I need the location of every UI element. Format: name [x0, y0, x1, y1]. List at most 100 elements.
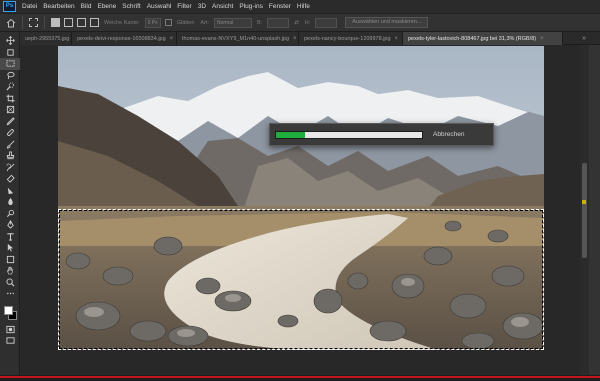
panels-collapsed-strip[interactable]	[589, 45, 600, 375]
tab-label: pexels-nancy-bourque-1209978.jpg	[304, 35, 391, 42]
add-to-selection-icon[interactable]	[64, 18, 73, 27]
color-swatches[interactable]	[0, 304, 20, 324]
tool-stamp[interactable]	[0, 150, 20, 162]
tools-panel	[0, 32, 20, 381]
smooth-label: Glätten	[176, 19, 195, 26]
tab-document-1[interactable]: ueph-2955375.jpg ×	[20, 32, 72, 45]
subtract-from-selection-icon[interactable]	[77, 18, 86, 27]
progress-fill	[276, 131, 306, 138]
photoshop-logo: Ps	[3, 1, 16, 12]
tab-document-2[interactable]: pexels-deivi-response-16508834.jpg ×	[72, 32, 177, 45]
tool-artboard[interactable]	[0, 47, 20, 59]
progress-dialog: Abbrechen	[269, 123, 494, 146]
timeline-bar	[0, 376, 600, 378]
new-selection-icon[interactable]	[51, 18, 60, 27]
smooth-checkbox[interactable]	[164, 19, 172, 26]
height-input[interactable]	[315, 17, 338, 28]
menu-image[interactable]: Bild	[78, 3, 95, 10]
tool-history-brush[interactable]	[0, 162, 20, 174]
tab-label: pexels-deivi-response-16508834.jpg	[77, 35, 166, 42]
tool-shape[interactable]	[0, 254, 20, 266]
menu-select[interactable]: Auswahl	[144, 3, 175, 10]
close-icon[interactable]: ×	[170, 36, 174, 42]
tool-brush[interactable]	[0, 139, 20, 151]
tab-document-3[interactable]: thomas-evans-NVXY9_M1n40-unsplash.jpg ×	[177, 32, 299, 45]
menu-type[interactable]: Schrift	[119, 3, 143, 10]
close-icon[interactable]: ×	[395, 36, 399, 42]
cancel-button[interactable]: Abbrechen	[433, 131, 464, 138]
eyedropper-icon	[6, 117, 15, 126]
screen-mode-icon	[5, 337, 15, 344]
tab-document-4[interactable]: pexels-nancy-bourque-1209978.jpg ×	[299, 32, 403, 45]
close-icon[interactable]: ×	[293, 36, 297, 42]
tool-move[interactable]	[0, 35, 20, 47]
menu-file[interactable]: Datei	[19, 3, 40, 10]
tab-document-active[interactable]: pexels-tyler-lastovich-808467.jpg bei 31…	[403, 32, 563, 45]
tool-more[interactable]	[0, 288, 20, 300]
options-bar: Weiche Kante: 0 Px Glätten Art: Normal B…	[0, 13, 600, 32]
menu-edit[interactable]: Bearbeiten	[40, 3, 77, 10]
tool-type[interactable]	[0, 231, 20, 243]
width-label: B:	[256, 19, 263, 26]
progress-bar	[275, 130, 423, 139]
tool-frame[interactable]	[0, 104, 20, 116]
quick-select-icon	[5, 82, 14, 91]
menu-plugins[interactable]: Plug-ins	[236, 3, 265, 10]
menu-help[interactable]: Hilfe	[294, 3, 313, 10]
document-tabs: ueph-2955375.jpg × pexels-deivi-response…	[20, 32, 600, 45]
menu-window[interactable]: Fenster	[266, 3, 294, 10]
tool-hand[interactable]	[0, 265, 20, 277]
tool-gradient[interactable]	[0, 185, 20, 197]
home-button[interactable]	[4, 16, 18, 30]
tabs-overflow-icon[interactable]: »	[563, 32, 600, 44]
tool-path-select[interactable]	[0, 242, 20, 254]
scrollbar-thumb[interactable]	[582, 163, 587, 258]
soft-edge-input[interactable]: 0 Px	[144, 17, 161, 28]
marquee-tool-preset-icon[interactable]	[29, 18, 38, 27]
tool-quick-select[interactable]	[0, 81, 20, 93]
tool-marquee[interactable]	[0, 58, 20, 70]
stamp-icon	[6, 151, 14, 160]
document-image[interactable]	[58, 46, 544, 350]
tool-eraser[interactable]	[0, 173, 20, 185]
tool-crop[interactable]	[0, 93, 20, 105]
hand-icon	[6, 266, 13, 275]
select-and-mask-button[interactable]: Auswählen und maskieren...	[345, 17, 429, 28]
style-select[interactable]: Normal	[213, 17, 252, 28]
width-input[interactable]	[267, 17, 290, 28]
divider	[22, 16, 23, 29]
artboard-icon	[6, 49, 14, 56]
intersect-selection-icon[interactable]	[90, 18, 99, 27]
tool-blur[interactable]	[0, 196, 20, 208]
gradient-icon	[7, 187, 13, 194]
vertical-scrollbar[interactable]	[580, 45, 589, 375]
tab-label: pexels-tyler-lastovich-808467.jpg bei 31…	[408, 35, 537, 42]
menu-layer[interactable]: Ebene	[94, 3, 119, 10]
tool-healing[interactable]	[0, 127, 20, 139]
move-icon	[5, 36, 15, 46]
marquee-icon	[5, 60, 15, 67]
type-icon	[6, 233, 14, 241]
tool-zoom[interactable]	[0, 277, 20, 289]
menu-3d[interactable]: 3D	[195, 3, 209, 10]
foreground-color-swatch[interactable]	[4, 305, 13, 315]
tool-lasso[interactable]	[0, 70, 20, 82]
close-icon[interactable]: ×	[540, 36, 544, 42]
tool-pen[interactable]	[0, 219, 20, 231]
selection-marquee[interactable]	[58, 209, 544, 350]
tool-quick-mask[interactable]	[0, 324, 20, 336]
swap-icon[interactable]: ⇄	[294, 20, 299, 26]
canvas-area[interactable]: Abbrechen	[20, 45, 580, 375]
healing-icon	[6, 129, 14, 137]
tool-eyedropper[interactable]	[0, 116, 20, 128]
menu-filter[interactable]: Filter	[174, 3, 194, 10]
pen-icon	[6, 220, 14, 229]
frame-icon	[6, 106, 14, 114]
tab-label: ueph-2955375.jpg	[25, 35, 70, 42]
path-select-icon	[7, 244, 13, 252]
tool-screen-mode[interactable]	[0, 335, 20, 347]
tool-dodge[interactable]	[0, 208, 20, 220]
menu-view[interactable]: Ansicht	[209, 3, 236, 10]
crop-icon	[5, 94, 15, 103]
quick-mask-icon	[5, 325, 15, 333]
